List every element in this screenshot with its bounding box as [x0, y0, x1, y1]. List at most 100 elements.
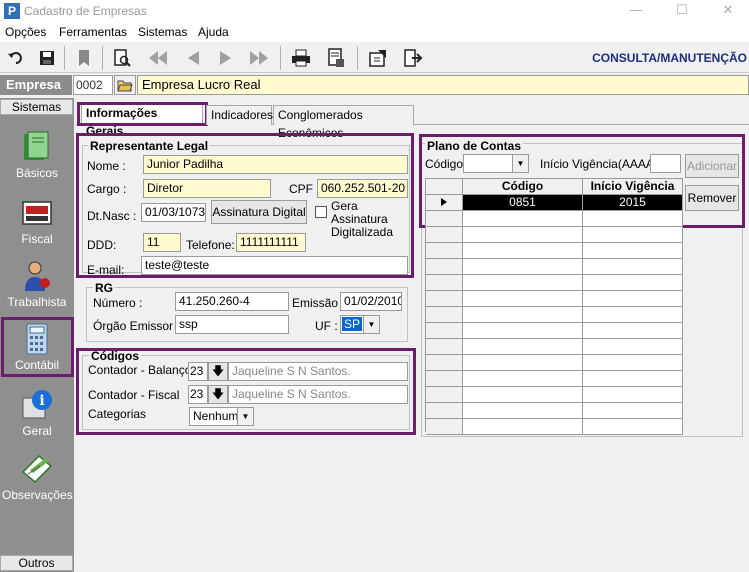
sidebar-item-basicos[interactable]: Básicos [2, 128, 72, 190]
plano-codigo-select[interactable]: ▼ [463, 154, 529, 173]
table-empty-cell[interactable] [583, 371, 683, 387]
table-empty-cell[interactable] [583, 323, 683, 339]
table-empty-cell[interactable] [463, 419, 583, 435]
table-empty-cell[interactable] [426, 291, 463, 307]
table-empty-cell[interactable] [463, 371, 583, 387]
email-field[interactable]: teste@teste [141, 256, 408, 275]
adicionar-button[interactable]: Adicionar [685, 154, 739, 178]
cargo-field[interactable]: Diretor [143, 179, 271, 198]
column-header-codigo[interactable]: Código [463, 179, 583, 195]
table-empty-cell[interactable] [463, 259, 583, 275]
sidebar-item-trabalhista[interactable]: Trabalhista [2, 257, 72, 319]
print-icon[interactable] [289, 46, 313, 70]
report-icon[interactable] [324, 46, 348, 70]
table-empty-cell[interactable] [463, 387, 583, 403]
tab-conglomerados[interactable]: Conglomerados Econômicos [273, 105, 414, 140]
table-empty-cell[interactable] [426, 419, 463, 435]
orgao-field[interactable]: ssp [175, 315, 289, 334]
table-empty-cell[interactable] [583, 275, 683, 291]
table-empty-cell[interactable] [463, 211, 583, 227]
table-empty-cell[interactable] [583, 227, 683, 243]
table-empty-cell[interactable] [463, 275, 583, 291]
tools-icon[interactable] [366, 46, 390, 70]
table-empty-cell[interactable] [583, 243, 683, 259]
tab-indicadores[interactable]: Indicadores [206, 105, 273, 125]
table-empty-cell[interactable] [583, 387, 683, 403]
chevron-down-icon[interactable]: ▼ [512, 155, 528, 172]
plano-grid[interactable]: Código Início Vigência 0851 2015 [425, 178, 683, 435]
balanco-code-field[interactable]: 23 [188, 362, 208, 381]
table-empty-cell[interactable] [583, 291, 683, 307]
nasc-field[interactable]: 01/03/1073 [141, 203, 206, 222]
table-empty-cell[interactable] [463, 307, 583, 323]
table-empty-cell[interactable] [426, 403, 463, 419]
fiscal-code-field[interactable]: 23 [188, 385, 208, 404]
table-empty-cell[interactable] [426, 211, 463, 227]
telefone-field[interactable]: 1111111111 [236, 233, 306, 252]
table-empty-cell[interactable] [463, 323, 583, 339]
download-arrow-icon[interactable]: 🡇 [208, 362, 228, 381]
gera-assinatura-checkbox[interactable] [315, 206, 327, 218]
menu-opcoes[interactable]: Opções [5, 25, 46, 39]
row-indicator[interactable] [426, 195, 463, 211]
bookmark-icon[interactable] [72, 46, 96, 70]
sidebar-header[interactable]: Sistemas [0, 99, 73, 115]
table-empty-cell[interactable] [583, 339, 683, 355]
preview-icon[interactable] [110, 46, 134, 70]
sidebar-item-geral[interactable]: i Geral [2, 386, 72, 448]
chevron-down-icon[interactable]: ▼ [363, 316, 379, 333]
table-empty-cell[interactable] [463, 403, 583, 419]
table-empty-cell[interactable] [583, 211, 683, 227]
sidebar-item-contabil[interactable]: Contábil [2, 320, 72, 382]
table-cell-inicio[interactable]: 2015 [583, 195, 683, 211]
table-empty-cell[interactable] [463, 243, 583, 259]
table-empty-cell[interactable] [463, 355, 583, 371]
save-icon[interactable] [35, 46, 59, 70]
last-record-icon[interactable] [247, 46, 271, 70]
table-empty-cell[interactable] [583, 259, 683, 275]
empresa-code-field[interactable]: 0002 [73, 75, 113, 95]
table-empty-cell[interactable] [583, 355, 683, 371]
minimize-button[interactable]: — [616, 0, 656, 22]
table-empty-cell[interactable] [426, 243, 463, 259]
categorias-select[interactable]: Nenhum ▼ [189, 407, 254, 426]
previous-record-icon[interactable] [181, 46, 205, 70]
table-empty-cell[interactable] [426, 259, 463, 275]
uf-select[interactable]: SP ▼ [340, 315, 380, 334]
sidebar-item-observacoes[interactable]: Observações [2, 450, 73, 512]
table-empty-cell[interactable] [426, 275, 463, 291]
table-empty-cell[interactable] [463, 291, 583, 307]
menu-ajuda[interactable]: Ajuda [198, 25, 229, 39]
exit-icon[interactable] [401, 46, 425, 70]
table-empty-cell[interactable] [426, 307, 463, 323]
table-empty-cell[interactable] [583, 419, 683, 435]
sidebar-item-fiscal[interactable]: Fiscal [2, 194, 72, 256]
maximize-button[interactable]: ☐ [662, 0, 702, 22]
table-empty-cell[interactable] [426, 339, 463, 355]
nome-field[interactable]: Junior Padilha [143, 155, 408, 174]
open-folder-icon[interactable] [114, 75, 136, 95]
column-header-inicio[interactable]: Início Vigência [583, 179, 683, 195]
ddd-field[interactable]: 11 [143, 233, 181, 252]
rg-numero-field[interactable]: 41.250.260-4 [175, 292, 289, 311]
table-empty-cell[interactable] [426, 227, 463, 243]
undo-icon[interactable] [4, 46, 28, 70]
table-empty-cell[interactable] [463, 339, 583, 355]
table-empty-cell[interactable] [426, 387, 463, 403]
inicio-vigencia-field[interactable] [650, 154, 681, 173]
table-empty-cell[interactable] [583, 403, 683, 419]
emissao-field[interactable]: 01/02/2010 [340, 292, 402, 311]
remover-button[interactable]: Remover [685, 185, 739, 211]
cpf-field[interactable]: 060.252.501-20 [317, 179, 408, 198]
assinatura-digital-button[interactable]: Assinatura Digital [211, 200, 307, 224]
menu-sistemas[interactable]: Sistemas [138, 25, 187, 39]
close-button[interactable]: ✕ [708, 0, 748, 22]
next-record-icon[interactable] [214, 46, 238, 70]
sidebar-footer-outros[interactable]: Outros [0, 555, 73, 571]
menu-ferramentas[interactable]: Ferramentas [59, 25, 127, 39]
empresa-name-field[interactable]: Empresa Lucro Real [137, 75, 749, 95]
table-empty-cell[interactable] [463, 227, 583, 243]
table-empty-cell[interactable] [426, 323, 463, 339]
table-empty-cell[interactable] [426, 371, 463, 387]
table-empty-cell[interactable] [583, 307, 683, 323]
